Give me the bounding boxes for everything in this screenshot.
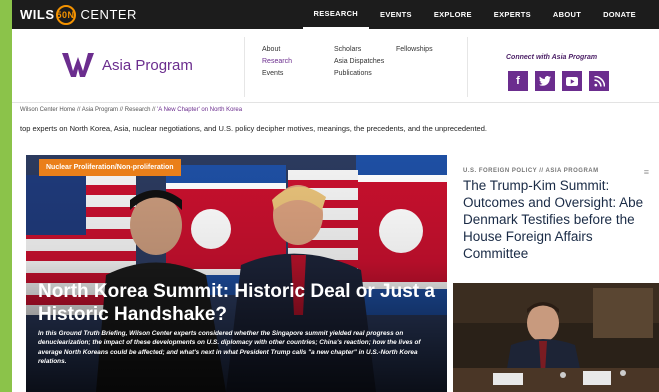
rss-icon[interactable] <box>589 71 609 91</box>
breadcrumb-research[interactable]: Research <box>125 107 151 113</box>
menu-publications[interactable]: Publications <box>334 70 384 77</box>
connect-label: Connect with Asia Program <box>506 54 598 61</box>
breadcrumb: Wilson Center Home // Asia Program // Re… <box>20 107 242 113</box>
top-navigation-bar: WILS 50N CENTER RESEARCH EVENTS EXPLORE … <box>12 0 659 29</box>
nav-about[interactable]: ABOUT <box>542 0 592 29</box>
breadcrumb-separator: // <box>118 107 125 113</box>
side-article[interactable]: U.S. FOREIGN POLICY // ASIA PROGRAM ≡ Th… <box>453 155 659 392</box>
program-menu-col-1: About Research Events <box>262 46 292 77</box>
twitter-icon[interactable] <box>535 71 555 91</box>
menu-lines-icon[interactable]: ≡ <box>644 167 649 177</box>
menu-fellowships[interactable]: Fellowships <box>396 46 433 53</box>
social-links: f <box>508 71 609 91</box>
program-menu-col-2: Scholars Asia Dispatches Publications <box>334 46 384 77</box>
breadcrumb-asia-program[interactable]: Asia Program <box>82 107 118 113</box>
w-logo-icon <box>62 53 94 77</box>
program-menu-col-3: Fellowships <box>396 46 433 53</box>
wilson-center-logo[interactable]: WILS 50N CENTER <box>20 4 137 25</box>
facebook-icon[interactable]: f <box>508 71 528 91</box>
article-meta: U.S. FOREIGN POLICY // ASIA PROGRAM <box>463 168 599 174</box>
logo-text-pre: WILS <box>20 7 55 22</box>
breadcrumb-home[interactable]: Wilson Center Home <box>20 107 75 113</box>
nav-research[interactable]: RESEARCH <box>302 0 370 29</box>
logo-50-badge: 50N <box>55 4 76 25</box>
nav-experts[interactable]: EXPERTS <box>483 0 542 29</box>
intro-text: top experts on North Korea, Asia, nuclea… <box>20 124 487 133</box>
hearing-photo <box>453 283 659 392</box>
program-header: Asia Program About Research Events Schol… <box>12 29 659 103</box>
menu-events[interactable]: Events <box>262 70 292 77</box>
breadcrumb-current[interactable]: 'A New Chapter' on North Korea <box>157 107 242 113</box>
hero-title[interactable]: North Korea Summit: Historic Deal or Jus… <box>38 281 438 327</box>
asia-program-brand[interactable]: Asia Program <box>62 51 193 79</box>
side-article-photo[interactable] <box>453 283 659 392</box>
menu-scholars[interactable]: Scholars <box>334 46 384 53</box>
nav-explore[interactable]: EXPLORE <box>423 0 483 29</box>
header-divider <box>244 37 245 97</box>
menu-research[interactable]: Research <box>262 58 292 65</box>
main-nav: RESEARCH EVENTS EXPLORE EXPERTS ABOUT DO… <box>302 0 647 29</box>
nav-donate[interactable]: DONATE <box>592 0 647 29</box>
hero-feature[interactable]: Nuclear Proliferation/Non-proliferation … <box>26 155 447 392</box>
left-edge-stripe <box>0 0 12 392</box>
youtube-icon[interactable] <box>562 71 582 91</box>
side-article-title[interactable]: The Trump-Kim Summit: Outcomes and Overs… <box>463 177 653 262</box>
logo-text-post: CENTER <box>80 7 137 22</box>
category-tag[interactable]: Nuclear Proliferation/Non-proliferation <box>39 159 181 176</box>
hero-subtitle: In this Ground Truth Briefing, Wilson Ce… <box>38 330 421 365</box>
menu-asia-dispatches[interactable]: Asia Dispatches <box>334 58 384 65</box>
nav-events[interactable]: EVENTS <box>369 0 423 29</box>
program-name: Asia Program <box>102 56 193 74</box>
header-divider <box>467 37 468 97</box>
menu-about[interactable]: About <box>262 46 292 53</box>
